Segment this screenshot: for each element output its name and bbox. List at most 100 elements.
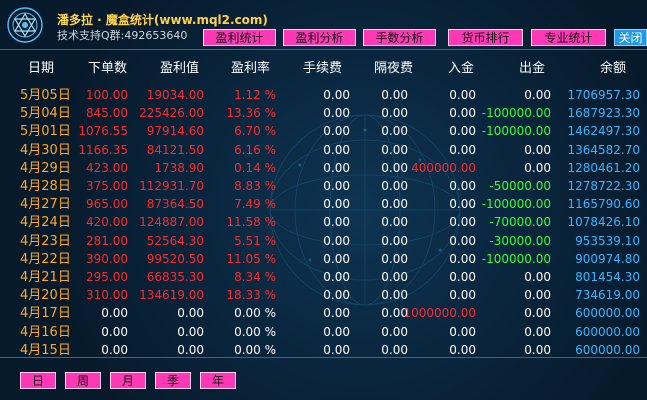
cell-profit-rate: 7.49 % [234, 197, 276, 212]
cell-profit: 0.00 [177, 324, 204, 339]
cell-swap: 0.00 [381, 324, 408, 339]
cell-date: 4月15日 [20, 342, 71, 358]
cell-orders: 845.00 [86, 106, 128, 121]
cell-deposit: 0.00 [449, 179, 476, 193]
cell-commission: 0.00 [323, 233, 350, 248]
cell-orders: 965.00 [86, 197, 128, 212]
cell-deposit: 0.00 [449, 288, 476, 303]
cell-balance: 734619.00 [575, 288, 640, 303]
cell-orders: 1076.55 [78, 124, 128, 139]
cell-profit-rate: 0.00 % [234, 306, 276, 321]
cell-commission: 0.00 [323, 288, 350, 303]
period-year-button[interactable]: 年 [200, 372, 236, 389]
cell-commission: 0.00 [323, 270, 350, 284]
cell-orders: 390.00 [86, 251, 128, 266]
cell-swap: 0.00 [381, 251, 408, 266]
cell-deposit: 0.00 [449, 251, 476, 266]
footer-divider [0, 357, 647, 358]
cell-orders: 295.00 [86, 270, 128, 284]
cell-swap: 0.00 [381, 88, 408, 102]
cell-deposit: 0.00 [449, 106, 476, 121]
cell-swap: 0.00 [381, 233, 408, 248]
cell-balance: 600000.00 [575, 324, 640, 339]
header-divider [0, 49, 647, 50]
cell-orders: 0.00 [101, 342, 128, 357]
tab-lot-analysis[interactable]: 手数分析 [363, 29, 436, 46]
cell-withdraw: -100000.00 [481, 197, 551, 212]
col-deposit: 入金 [448, 61, 475, 76]
cell-profit-rate: 11.58 % [226, 215, 276, 230]
period-day-button[interactable]: 日 [20, 372, 56, 389]
cell-profit: 52564.30 [146, 233, 204, 248]
cell-balance: 1364582.70 [567, 142, 640, 157]
cell-date: 4月16日 [20, 324, 71, 340]
cell-balance: 600000.00 [575, 306, 640, 321]
cell-balance: 900974.80 [575, 251, 640, 266]
col-orders: 下单数 [88, 61, 128, 76]
cell-date: 4月21日 [20, 270, 71, 285]
cell-commission: 0.00 [323, 324, 350, 339]
cell-profit: 66835.30 [146, 270, 204, 284]
cell-withdraw: -50000.00 [489, 179, 551, 193]
cell-orders: 100.00 [86, 88, 128, 102]
cell-balance: 1706957.30 [567, 88, 640, 102]
cell-profit: 134619.00 [139, 288, 204, 303]
cell-swap: 0.00 [381, 106, 408, 121]
period-month-button[interactable]: 月 [110, 372, 146, 389]
cell-commission: 0.00 [323, 142, 350, 157]
cell-withdraw: -100000.00 [481, 251, 551, 266]
cell-profit-rate: 6.16 % [234, 142, 276, 157]
cell-commission: 0.00 [323, 306, 350, 321]
cell-withdraw: 0.00 [524, 324, 551, 339]
cell-commission: 0.00 [323, 160, 350, 175]
cell-orders: 310.00 [86, 288, 128, 303]
cell-profit-rate: 0.00 % [234, 342, 276, 357]
tab-profit-stats[interactable]: 盈利统计 [203, 29, 276, 46]
tab-currency-ranking[interactable]: 货币排行 [448, 29, 523, 46]
cell-deposit: 0.00 [449, 324, 476, 339]
period-week-button[interactable]: 周 [65, 372, 101, 389]
cell-withdraw: 0.00 [524, 142, 551, 157]
cell-date: 4月23日 [20, 233, 71, 249]
cell-profit: 84121.50 [146, 142, 204, 157]
cell-swap: 0.00 [381, 160, 408, 175]
tab-pro-stats[interactable]: 专业统计 [531, 29, 606, 46]
col-withdraw: 出金 [519, 61, 546, 76]
cell-deposit: 1000000.00 [403, 306, 476, 321]
cell-swap: 0.00 [381, 288, 408, 303]
cell-deposit: 0.00 [449, 270, 476, 284]
col-commission: 手续费 [303, 61, 343, 76]
cell-profit-rate: 5.51 % [234, 233, 276, 248]
tab-profit-analysis[interactable]: 盈利分析 [283, 29, 356, 46]
cell-deposit: 0.00 [449, 124, 476, 139]
cell-date: 4月17日 [20, 306, 71, 322]
col-profit-rate: 盈利率 [231, 61, 271, 76]
cell-orders: 0.00 [101, 306, 128, 321]
cell-profit: 19034.00 [146, 88, 204, 102]
cell-commission: 0.00 [323, 106, 350, 121]
cell-profit: 99520.50 [146, 251, 204, 266]
cell-profit: 0.00 [177, 342, 204, 357]
cell-orders: 0.00 [101, 324, 128, 339]
cell-profit: 97914.60 [146, 124, 204, 139]
cell-date: 4月20日 [20, 288, 71, 304]
cell-profit-rate: 11.05 % [226, 251, 276, 266]
cell-deposit: 0.00 [449, 215, 476, 230]
cell-swap: 0.00 [381, 197, 408, 212]
close-button[interactable]: 关闭 [614, 29, 647, 46]
cell-orders: 281.00 [86, 233, 128, 248]
support-qq: 技术支持Q群:492653640 [57, 29, 188, 42]
cell-date: 4月24日 [20, 215, 71, 231]
cell-date: 4月30日 [20, 142, 71, 158]
cell-balance: 1280461.20 [567, 160, 640, 175]
cell-profit: 1738.90 [154, 160, 204, 175]
cell-swap: 0.00 [381, 124, 408, 139]
col-balance: 余额 [600, 61, 627, 76]
cell-commission: 0.00 [323, 88, 350, 102]
cell-orders: 1166.35 [78, 142, 128, 157]
logo-icon [7, 7, 43, 43]
cell-balance: 1165790.60 [567, 197, 640, 212]
cell-date: 4月28日 [20, 179, 71, 194]
col-date: 日期 [28, 61, 55, 76]
period-quarter-button[interactable]: 季 [155, 372, 191, 389]
